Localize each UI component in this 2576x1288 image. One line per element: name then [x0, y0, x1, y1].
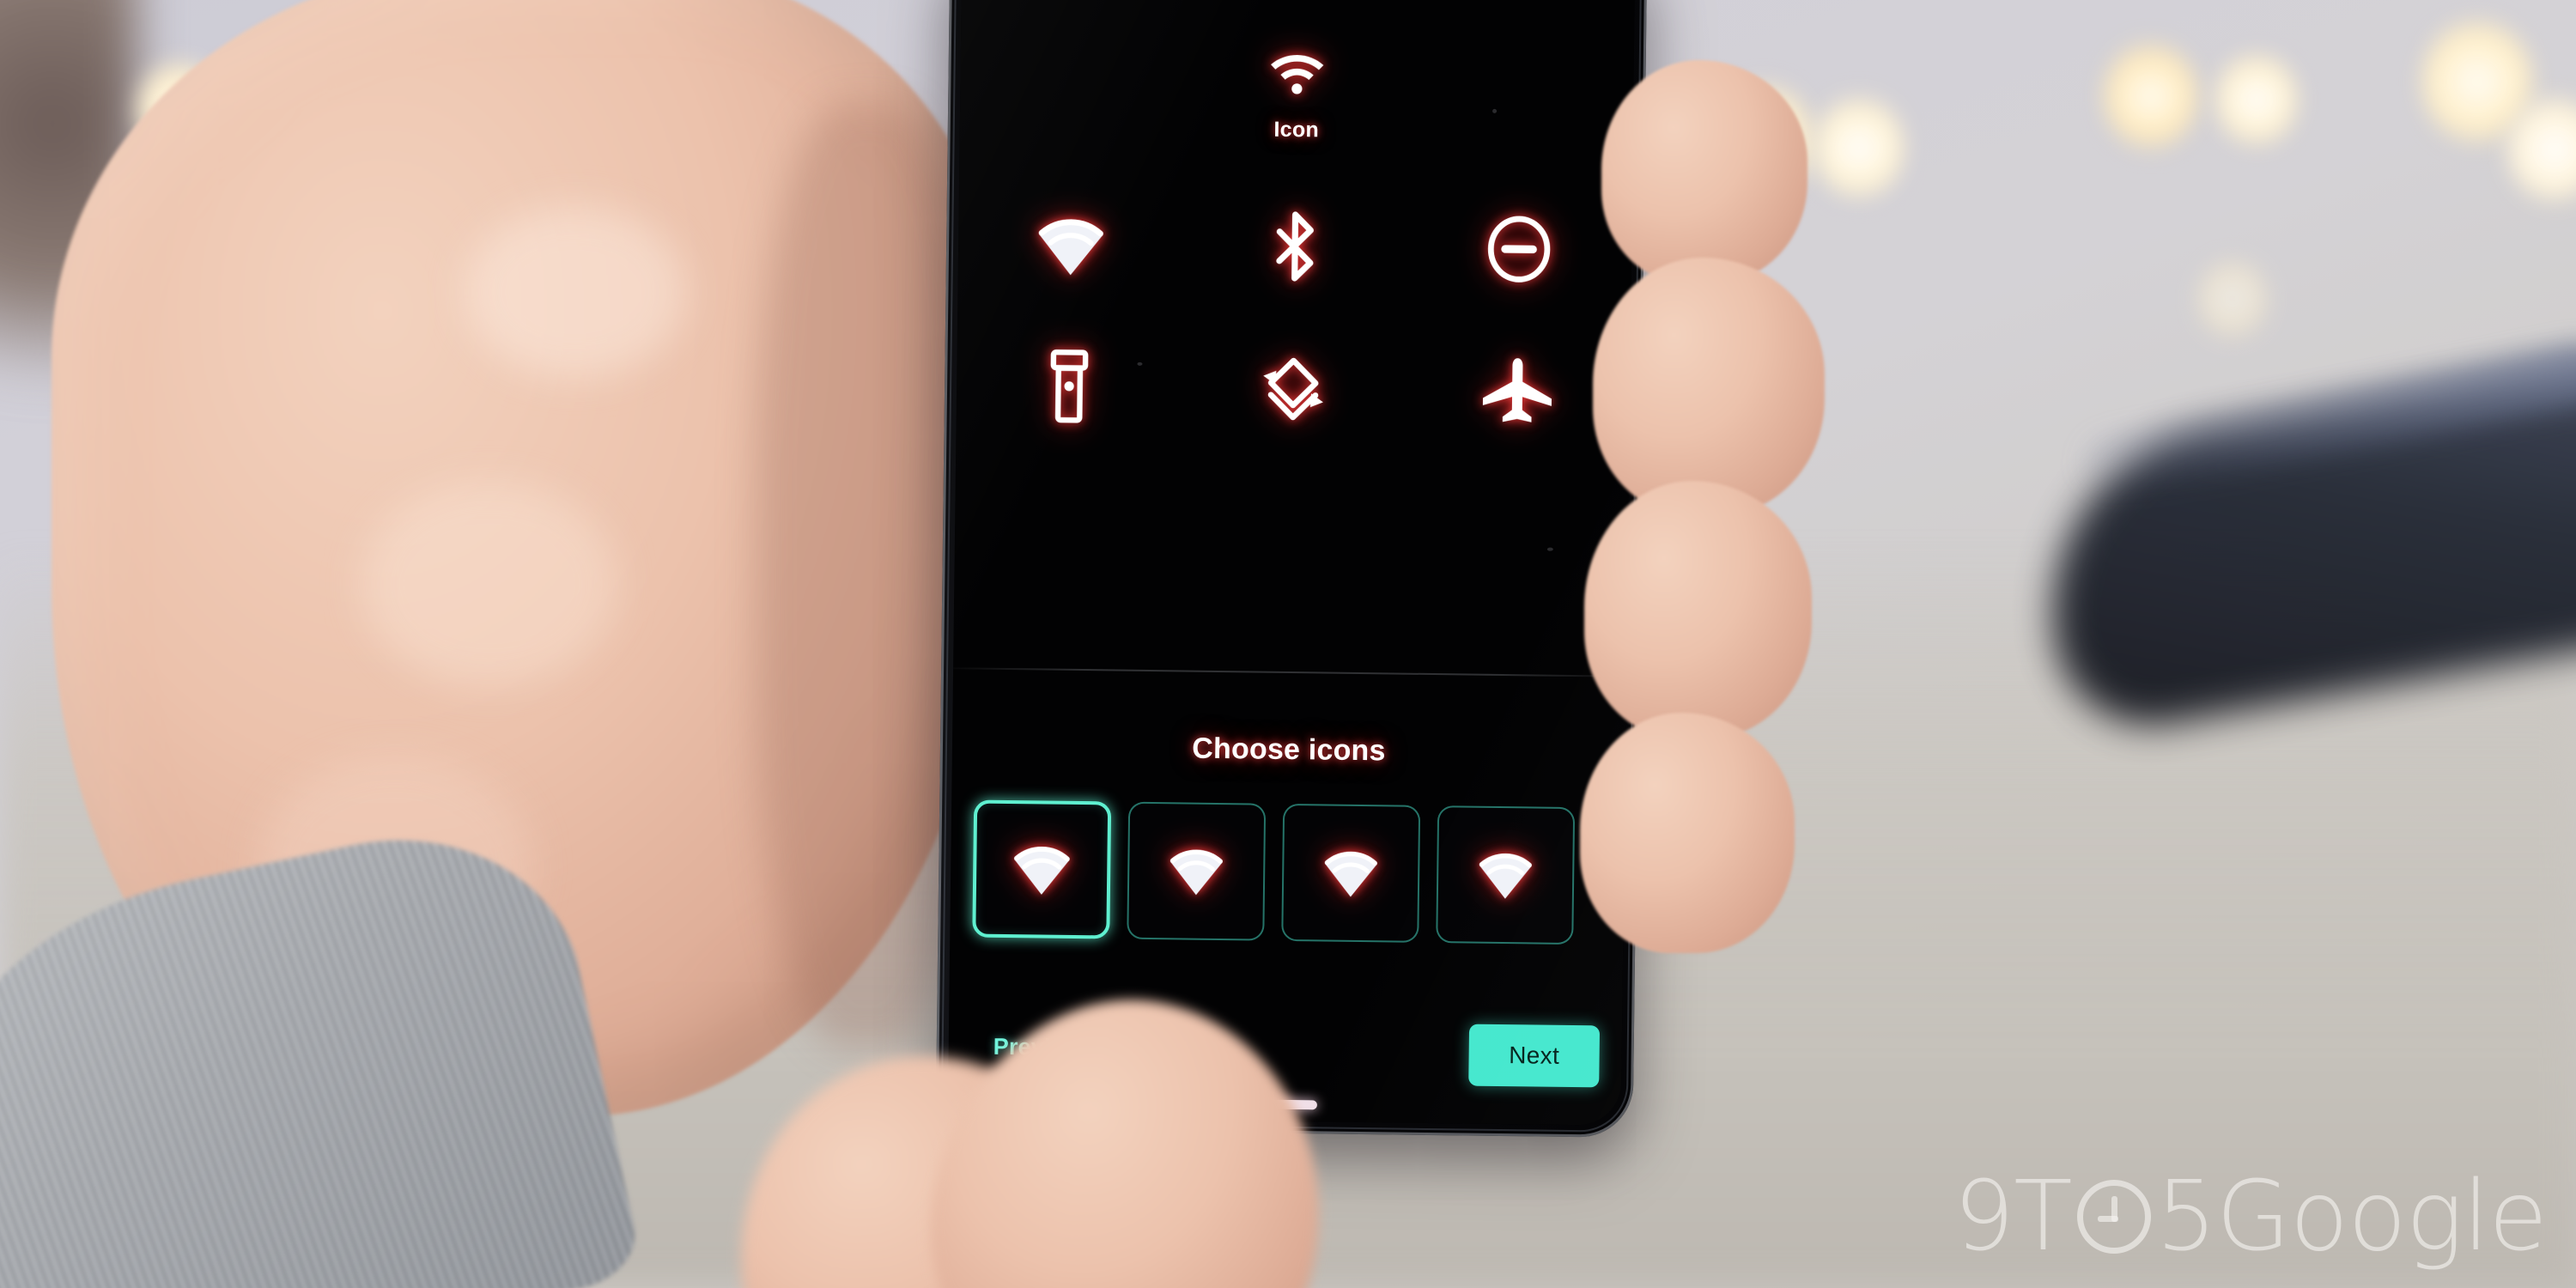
watermark-9to5google: 9T 5Google [1953, 1161, 2548, 1273]
fingertip [1601, 60, 1807, 283]
watermark-suffix: 5Google [2155, 1161, 2548, 1273]
fingertip [1584, 481, 1812, 738]
fingertip [1593, 258, 1825, 515]
fingertip [1580, 713, 1795, 953]
thumb-pointing [898, 964, 1360, 1288]
photo-scene: Icon Choose icons Next 9T 5Google [0, 0, 2576, 1288]
watermark-prefix: 9T [1953, 1161, 2073, 1273]
clock-icon [2076, 1180, 2151, 1254]
hand-fingers-foreground [0, 0, 2576, 1288]
